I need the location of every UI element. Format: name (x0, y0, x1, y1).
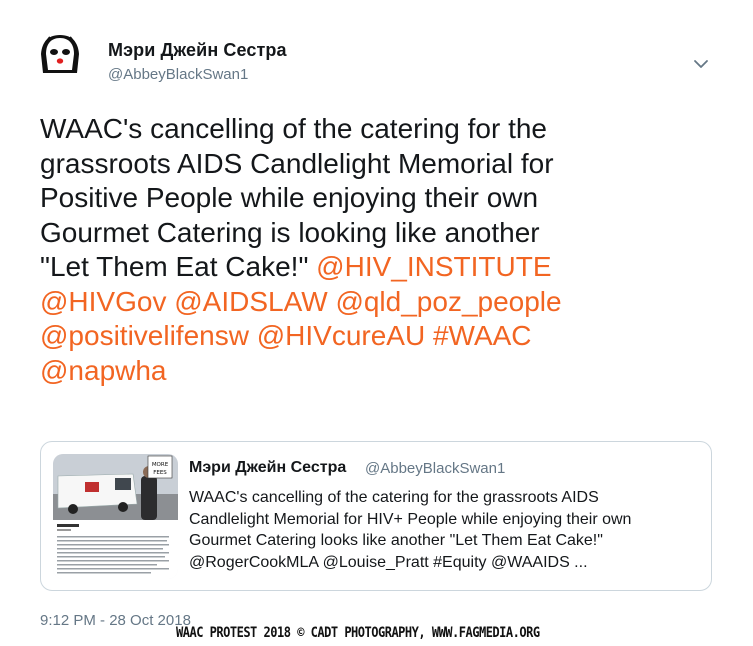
tweet-text-line: Gourmet Catering is looking like another (40, 216, 720, 251)
tweet-text-segment (249, 320, 257, 351)
quoted-tweet[interactable]: MORE FEES Мэри Джейн Сестра @AbbeyBlackS… (40, 441, 712, 591)
tweet-text-segment: Positive People while enjoying their own (40, 182, 539, 213)
tweet-text-line: "Let Them Eat Cake!" @HIV_INSTITUTE (40, 250, 720, 285)
tweet-text-line: WAAC's cancelling of the catering for th… (40, 112, 720, 147)
mention-link[interactable]: @HIVGov (40, 286, 166, 317)
quoted-tweet-text: WAAC's cancelling of the catering for th… (189, 487, 699, 573)
quoted-text-line: Gourmet Catering looks like another "Let… (189, 532, 603, 549)
tweet-text-segment: WAAC's cancelling of the catering for th… (40, 113, 547, 144)
mention-link[interactable]: @positivelifensw (40, 320, 249, 351)
tweet-text-line: grassroots AIDS Candlelight Memorial for (40, 147, 720, 182)
photo-watermark: WAAC PROTEST 2018 © CADT PHOTOGRAPHY, WW… (176, 625, 540, 641)
tweet-text-line: Positive People while enjoying their own (40, 181, 720, 216)
tweet-text-segment: "Let Them Eat Cake!" (40, 251, 317, 282)
quoted-author-handle[interactable]: @AbbeyBlackSwan1 (365, 460, 505, 477)
tweet-menu-button[interactable] (690, 52, 712, 74)
hashtag-link[interactable]: #WAAC (433, 320, 532, 351)
quoted-text-line: WAAC's cancelling of the catering for th… (189, 489, 599, 506)
author-handle[interactable]: @AbbeyBlackSwan1 (108, 66, 248, 83)
tweet-text-segment: Gourmet Catering is looking like another (40, 216, 540, 248)
nun-cartoon-avatar-icon (41, 35, 79, 73)
mention-link[interactable]: @AIDSLAW (174, 286, 327, 317)
chevron-down-icon (694, 60, 708, 68)
protest-sign-text: MORE (152, 462, 169, 468)
mention-link[interactable]: @HIV_INSTITUTE (316, 251, 551, 282)
quoted-text-line: @RogerCookMLA @Louise_Pratt #Equity @WAA… (189, 553, 588, 571)
quoted-tweet-thumbnail[interactable]: MORE FEES (53, 454, 178, 579)
tweet-text: WAAC's cancelling of the catering for th… (40, 112, 720, 388)
author-avatar[interactable] (40, 34, 80, 74)
svg-text:FEES: FEES (153, 470, 167, 476)
quoted-author-name[interactable]: Мэри Джейн Сестра (189, 459, 346, 477)
tweet-text-segment: grassroots AIDS Candlelight Memorial for (40, 147, 554, 179)
mention-link[interactable]: @qld_poz_people (335, 286, 561, 317)
tweet-card: Мэри Джейн Сестра @AbbeyBlackSwan1 WAAC'… (0, 0, 753, 646)
mention-link[interactable]: @napwha (40, 355, 167, 386)
tweet-text-segment (425, 320, 433, 351)
mention-link[interactable]: @HIVcureAU (257, 320, 425, 351)
author-name[interactable]: Мэри Джейн Сестра (108, 40, 287, 61)
tweet-timestamp[interactable]: 9:12 PM - 28 Oct 2018 (40, 612, 191, 629)
tweet-text-line: @napwha (40, 354, 720, 389)
protest-photo-image: MORE FEES (53, 454, 178, 579)
quoted-text-line: Candlelight Memorial for HIV+ People whi… (189, 510, 632, 528)
tweet-text-line: @positivelifensw @HIVcureAU #WAAC (40, 319, 720, 354)
tweet-text-line: @HIVGov @AIDSLAW @qld_poz_people (40, 285, 720, 320)
